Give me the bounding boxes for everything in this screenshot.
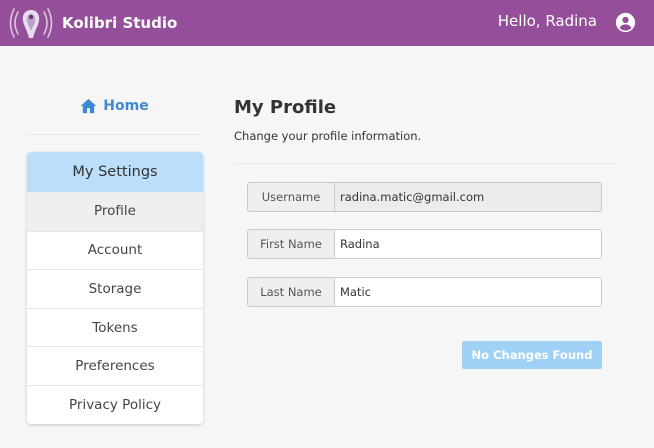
- app-name: Kolibri Studio: [62, 14, 178, 32]
- brand[interactable]: Kolibri Studio: [8, 4, 177, 42]
- home-link[interactable]: Home: [27, 94, 202, 118]
- settings-item-privacy-policy[interactable]: Privacy Policy: [27, 384, 203, 424]
- first-name-field-group: First Name: [247, 229, 602, 259]
- first-name-label: First Name: [247, 229, 334, 259]
- home-label: Home: [103, 98, 149, 114]
- account-circle-icon[interactable]: [615, 12, 636, 33]
- settings-item-profile[interactable]: Profile: [27, 192, 203, 231]
- top-bar: Kolibri Studio Hello, Radina: [0, 0, 654, 46]
- settings-menu-title: My Settings: [27, 152, 203, 192]
- page-title: My Profile: [234, 97, 337, 118]
- sidebar-divider: [27, 134, 202, 135]
- last-name-label: Last Name: [247, 277, 334, 307]
- settings-item-storage[interactable]: Storage: [27, 269, 203, 308]
- last-name-input[interactable]: [334, 277, 602, 307]
- settings-item-tokens[interactable]: Tokens: [27, 307, 203, 347]
- username-label: Username: [247, 182, 334, 212]
- content-divider: [234, 163, 616, 164]
- user-greeting: Hello, Radina: [497, 12, 597, 30]
- first-name-input[interactable]: [334, 229, 602, 259]
- settings-menu: My Settings Profile Account Storage Toke…: [27, 152, 203, 424]
- settings-item-account[interactable]: Account: [27, 230, 203, 270]
- settings-item-preferences[interactable]: Preferences: [27, 346, 203, 385]
- username-field-group: Username: [247, 182, 602, 212]
- username-field: [334, 182, 602, 212]
- home-icon: [80, 98, 97, 114]
- save-changes-button[interactable]: No Changes Found: [462, 341, 602, 369]
- page-subtitle: Change your profile information.: [234, 129, 422, 143]
- last-name-field-group: Last Name: [247, 277, 602, 307]
- kolibri-logo-icon: [9, 8, 53, 38]
